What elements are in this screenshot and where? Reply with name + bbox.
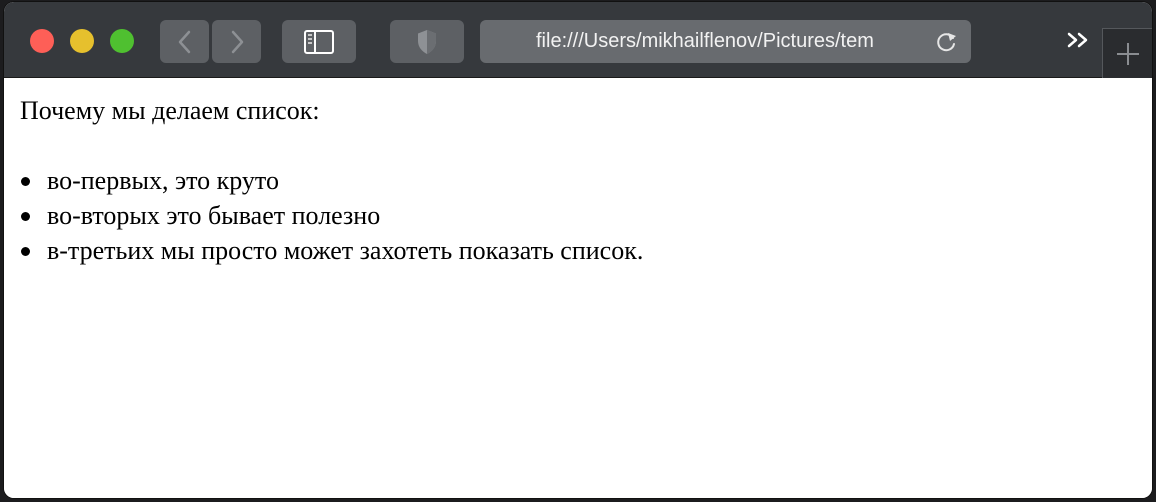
browser-window: file:///Users/mikhailflenov/Pictures/tem… <box>4 2 1152 498</box>
url-text[interactable]: file:///Users/mikhailflenov/Pictures/tem <box>536 30 916 53</box>
reload-icon[interactable] <box>935 29 959 53</box>
sidebar-toggle-button[interactable] <box>282 20 356 63</box>
plus-icon <box>1117 43 1139 65</box>
chevron-left-icon <box>178 30 190 53</box>
double-chevron-right-icon[interactable] <box>1064 26 1092 54</box>
bullet-icon <box>21 212 30 221</box>
bullet-list: во-первых, это круто во-вторых это бывае… <box>20 166 643 271</box>
new-tab-button[interactable] <box>1102 28 1152 79</box>
bullet-icon <box>21 177 30 186</box>
list-item-text: во-первых, это круто <box>47 166 279 195</box>
back-button[interactable] <box>160 20 209 63</box>
list-item: в-третьих мы просто может захотеть показ… <box>20 236 643 271</box>
intro-text: Почему мы делаем список: <box>20 96 320 125</box>
privacy-report-button[interactable] <box>390 20 464 63</box>
list-item-text: во-вторых это бывает полезно <box>47 201 381 230</box>
shield-icon <box>418 29 436 54</box>
page-content: Почему мы делаем список: во-первых, это … <box>4 78 1152 498</box>
minimize-window-button[interactable] <box>70 29 94 53</box>
browser-toolbar: file:///Users/mikhailflenov/Pictures/tem <box>4 2 1152 79</box>
chevron-right-icon <box>231 30 243 53</box>
list-item: во-первых, это круто <box>20 166 643 201</box>
sidebar-icon <box>304 29 334 54</box>
list-item: во-вторых это бывает полезно <box>20 201 643 236</box>
maximize-window-button[interactable] <box>110 29 134 53</box>
bullet-icon <box>21 247 30 256</box>
address-bar[interactable]: file:///Users/mikhailflenov/Pictures/tem <box>480 20 971 63</box>
forward-button[interactable] <box>212 20 261 63</box>
list-item-text: в-третьих мы просто может захотеть показ… <box>47 236 644 265</box>
close-window-button[interactable] <box>30 29 54 53</box>
